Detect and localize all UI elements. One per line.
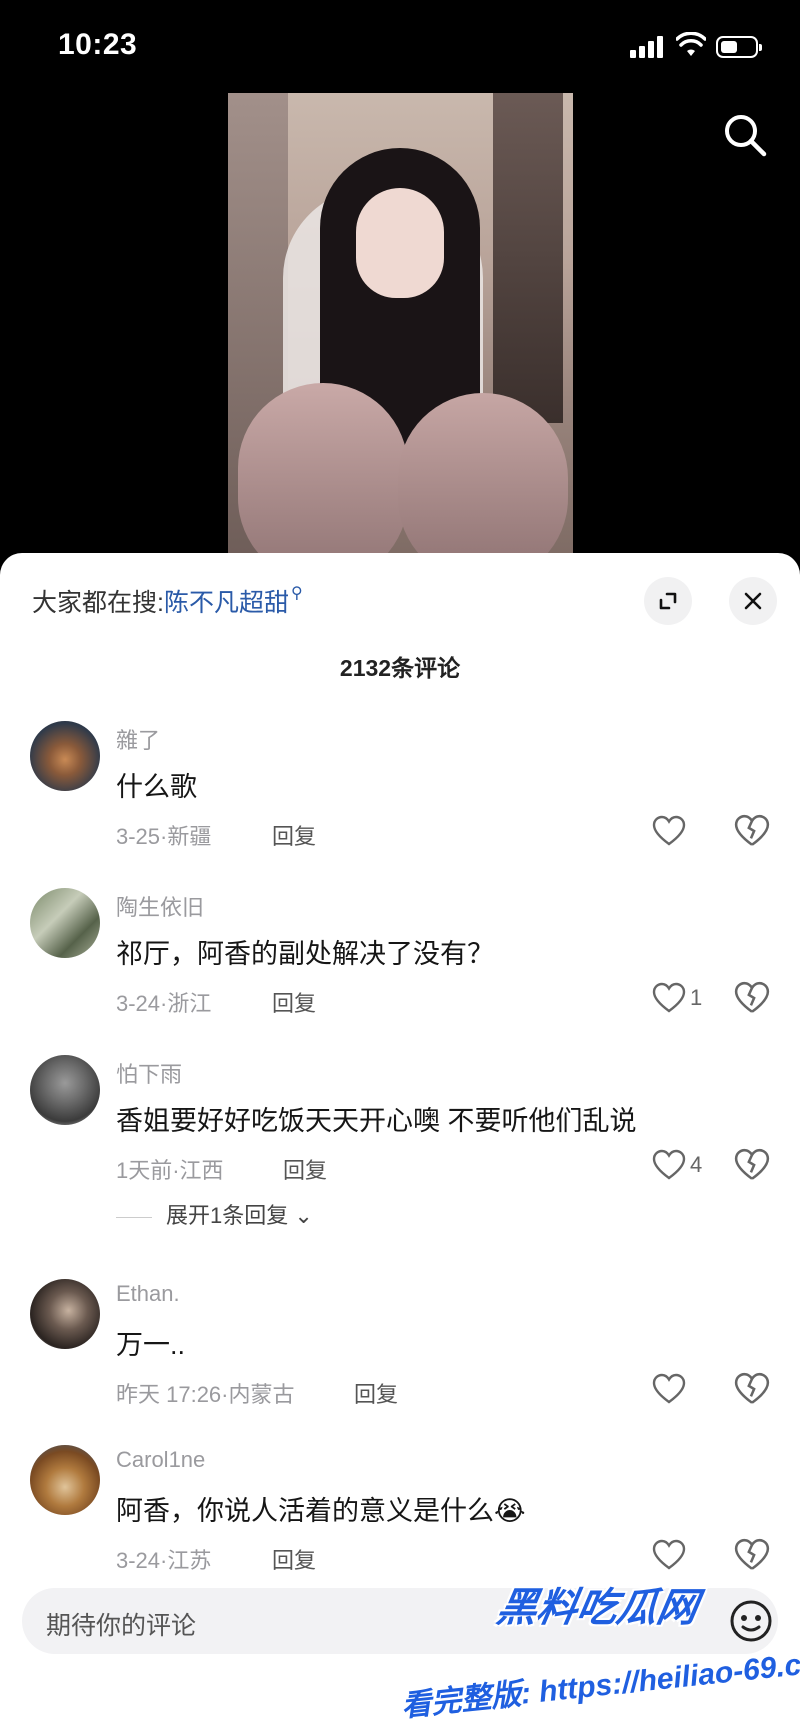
reply-button[interactable]: 回复 bbox=[272, 986, 316, 1018]
like-button[interactable] bbox=[652, 811, 722, 851]
comment-item: Carol1ne 阿香，你说人活着的意义是什么😭 3-24·江苏 回复 bbox=[0, 1445, 800, 1595]
broken-heart-icon[interactable] bbox=[734, 1147, 770, 1183]
signal-icon bbox=[630, 36, 664, 58]
like-button[interactable]: 4 bbox=[652, 1145, 722, 1185]
avatar[interactable] bbox=[30, 1055, 100, 1125]
status-time: 10:23 bbox=[58, 28, 138, 61]
comment-count: 2132条评论 bbox=[339, 655, 461, 681]
comment-meta: 3-25·新疆 bbox=[116, 824, 212, 849]
heart-icon bbox=[652, 815, 686, 846]
close-icon bbox=[744, 592, 762, 610]
comment-item: 怕下雨 香姐要好好吃饭天天开心噢 不要听他们乱说 1天前·江西 回复 4 bbox=[0, 1055, 800, 1205]
expand-button[interactable] bbox=[644, 577, 692, 625]
like-count: 4 bbox=[690, 1152, 703, 1177]
like-button[interactable]: 1 bbox=[652, 978, 722, 1018]
avatar[interactable] bbox=[30, 888, 100, 958]
chevron-down-icon: ⌄ bbox=[294, 1203, 313, 1228]
hot-search[interactable]: 大家都在搜:陈不凡超甜 ⚲ bbox=[32, 583, 303, 619]
broken-heart-icon[interactable] bbox=[734, 980, 770, 1016]
comment-username[interactable]: 怕下雨 bbox=[116, 1057, 182, 1089]
search-small-icon: ⚲ bbox=[290, 585, 303, 602]
avatar[interactable] bbox=[30, 1445, 100, 1515]
comment-username[interactable]: Ethan. bbox=[116, 1281, 180, 1307]
like-button[interactable] bbox=[652, 1369, 722, 1409]
close-button[interactable] bbox=[729, 577, 777, 625]
expand-replies-button[interactable]: 展开1条回复 ⌄ bbox=[116, 1198, 313, 1230]
comment-username[interactable]: Carol1ne bbox=[116, 1447, 205, 1473]
reply-button[interactable]: 回复 bbox=[354, 1377, 398, 1409]
comment-item: Ethan. 万一.. 昨天 17:26·内蒙古 回复 bbox=[0, 1279, 800, 1429]
search-icon[interactable] bbox=[722, 112, 768, 158]
expand-icon bbox=[659, 592, 677, 610]
heart-icon bbox=[652, 1373, 686, 1404]
comment-meta: 3-24·浙江 bbox=[116, 991, 212, 1016]
comment-text: 什么歌 bbox=[116, 772, 197, 802]
comment-meta: 3-24·江苏 bbox=[116, 1548, 212, 1573]
comment-meta: 1天前·江西 bbox=[116, 1158, 224, 1183]
avatar[interactable] bbox=[30, 721, 100, 791]
hot-search-term[interactable]: 陈不凡超甜 bbox=[164, 589, 289, 617]
expand-replies-label: 展开1条回复 bbox=[166, 1203, 289, 1228]
divider bbox=[116, 1216, 152, 1218]
comment-text: 香姐要好好吃饭天天开心噢 不要听他们乱说 bbox=[116, 1106, 637, 1136]
comment-item: 陶生依旧 祁厅，阿香的副处解决了没有？ 3-24·浙江 回复 1 bbox=[0, 888, 800, 1038]
avatar[interactable] bbox=[30, 1279, 100, 1349]
comment-item: 雜了 什么歌 3-25·新疆 回复 bbox=[0, 721, 800, 871]
comment-sheet: 大家都在搜:陈不凡超甜 ⚲ 2132条评论 雜了 什么歌 3-25·新疆 回复 陶… bbox=[0, 553, 800, 1733]
video-player[interactable] bbox=[228, 93, 573, 563]
battery-icon bbox=[716, 36, 762, 58]
broken-heart-icon[interactable] bbox=[734, 1537, 770, 1573]
reply-button[interactable]: 回复 bbox=[283, 1153, 327, 1185]
watermark-logo: 黑料吃瓜网 bbox=[493, 1586, 702, 1630]
broken-heart-icon[interactable] bbox=[734, 1371, 770, 1407]
emoji-icon[interactable] bbox=[728, 1598, 774, 1644]
reply-button[interactable]: 回复 bbox=[272, 1543, 316, 1575]
wifi-icon bbox=[676, 32, 706, 56]
comment-text: 万一.. bbox=[116, 1330, 186, 1360]
comment-meta: 昨天 17:26·内蒙古 bbox=[116, 1382, 295, 1407]
comment-text: 阿香，你说人活着的意义是什么😭 bbox=[116, 1496, 526, 1526]
hot-search-prefix: 大家都在搜: bbox=[32, 589, 164, 617]
comment-username[interactable]: 雜了 bbox=[116, 723, 160, 755]
heart-icon bbox=[652, 1539, 686, 1570]
heart-icon bbox=[652, 982, 686, 1013]
comment-text: 祁厅，阿香的副处解决了没有？ bbox=[116, 939, 494, 969]
reply-button[interactable]: 回复 bbox=[272, 819, 316, 851]
comment-input-placeholder: 期待你的评论 bbox=[46, 1612, 197, 1640]
broken-heart-icon[interactable] bbox=[734, 813, 770, 849]
comment-username[interactable]: 陶生依旧 bbox=[116, 890, 204, 922]
like-button[interactable] bbox=[652, 1535, 722, 1575]
heart-icon bbox=[652, 1149, 686, 1180]
like-count: 1 bbox=[690, 985, 703, 1010]
status-bar: 10:23 bbox=[0, 0, 800, 92]
